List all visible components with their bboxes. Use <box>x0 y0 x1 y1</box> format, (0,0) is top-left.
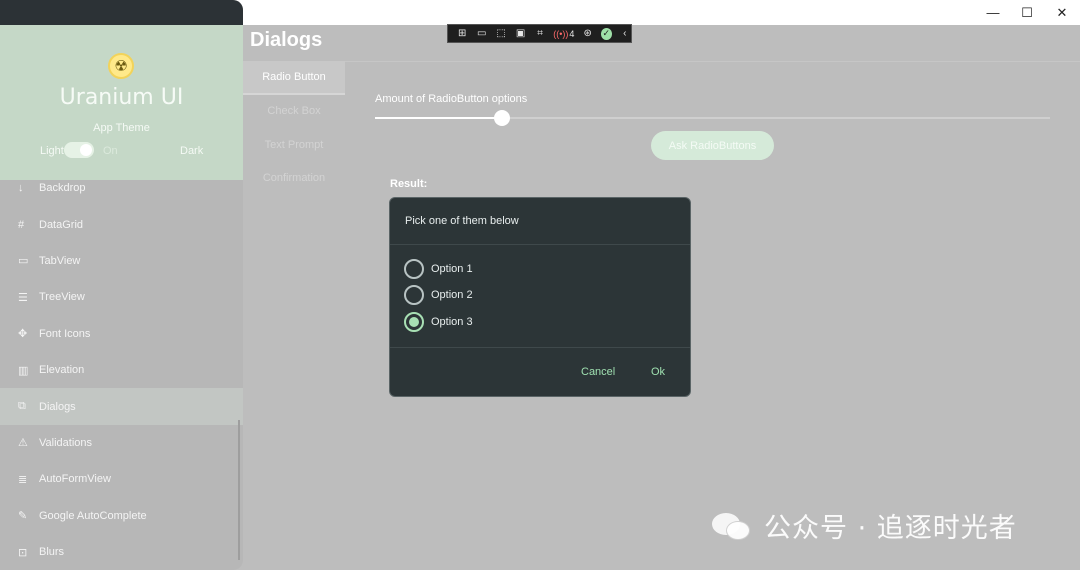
dialog-title: Pick one of them below <box>405 215 519 227</box>
tab-radio-button[interactable]: Radio Button <box>243 61 345 95</box>
sidebar-item-dialogs[interactable]: ⧉ Dialogs <box>0 388 243 425</box>
sidebar-item-label: Google AutoComplete <box>39 509 147 522</box>
cancel-button[interactable]: Cancel <box>581 366 615 378</box>
font-icon: ✥ <box>18 328 28 341</box>
track-focus-icon[interactable]: ⌗ <box>534 28 546 39</box>
dialog-divider-bottom <box>390 347 690 348</box>
close-glyph: ✕ <box>1056 4 1068 20</box>
radio-dot <box>409 317 419 327</box>
options-slider[interactable] <box>375 110 1050 126</box>
sidebar-item-label: Dialogs <box>39 400 76 413</box>
sidebar-item-label: Elevation <box>39 364 85 377</box>
theme-label: App Theme <box>93 122 150 134</box>
blur-icon: ⊡ <box>18 546 28 559</box>
dialog-icon: ⧉ <box>18 400 26 413</box>
tabstrip: Radio Button Check Box Text Prompt Confi… <box>243 61 345 195</box>
binding-failures-icon[interactable]: ((•)) <box>553 29 568 39</box>
result-label: Result: <box>390 178 428 190</box>
hot-reload-icon[interactable]: ✓ <box>600 27 612 40</box>
sidebar-item-validations[interactable]: ⚠ Validations <box>0 425 243 461</box>
watermark-text: 公众号 · 追逐时光者 <box>764 512 1017 544</box>
sidebar-item-backdrop[interactable]: ↓ Backdrop <box>0 170 243 206</box>
hash-icon: # <box>18 218 25 231</box>
maximize-icon[interactable]: ☐ <box>1009 0 1045 25</box>
record-icon[interactable]: ▭ <box>475 28 487 39</box>
collapse-icon[interactable]: ‹ <box>619 28 631 39</box>
app-name: Uranium UI <box>59 85 184 110</box>
live-tree-icon[interactable]: ⊞ <box>456 28 468 39</box>
sidebar-item-google-autocomplete[interactable]: ✎ Google AutoComplete <box>0 498 243 534</box>
sidebar-item-blurs[interactable]: ⊡ Blurs <box>0 534 243 570</box>
sidebar-item-treeview[interactable]: ☰ TreeView <box>0 279 243 315</box>
page-title: Dialogs <box>250 29 323 51</box>
sidebar-item-label: Font Icons <box>39 327 91 340</box>
radio-label: Option 3 <box>431 316 473 328</box>
sidebar-item-label: Validations <box>39 436 92 449</box>
sidebar-item-elevation[interactable]: ▥ Elevation <box>0 352 243 388</box>
watermark: 公众号 · 追逐时光者 <box>710 500 1017 550</box>
sidebar-item-datagrid[interactable]: # DataGrid <box>0 206 243 242</box>
sidebar-item-label: TabView <box>39 254 81 267</box>
flyout-top-bar <box>0 0 243 25</box>
radiation-icon: ☢ <box>108 53 134 79</box>
flyout-menu: ☢ Uranium UI App Theme Light On Dark ↓ Ba… <box>0 0 243 570</box>
radio-option-3[interactable]: Option 3 <box>404 312 473 332</box>
sidebar-item-autoformview[interactable]: ≣ AutoFormView <box>0 461 243 497</box>
tab-text-prompt[interactable]: Text Prompt <box>243 128 345 162</box>
flyout-menu-list: ↓ Backdrop # DataGrid ▭ TabView ☰ TreeView ✥… <box>0 170 243 570</box>
radio-button-selected[interactable] <box>404 312 424 332</box>
sidebar-item-tabview[interactable]: ▭ TabView <box>0 243 243 279</box>
content-divider <box>345 61 1080 62</box>
autocomplete-icon: ✎ <box>18 510 28 523</box>
columns-icon: ▥ <box>18 364 29 377</box>
slider-thumb[interactable] <box>493 110 510 126</box>
flyout-header: ☢ Uranium UI App Theme Light On Dark <box>0 25 243 180</box>
sidebar-item-label: Blurs <box>39 546 65 559</box>
tab-icon: ▭ <box>18 255 29 268</box>
tab-check-box[interactable]: Check Box <box>243 95 345 129</box>
radio-button[interactable] <box>404 259 424 279</box>
radio-label: Option 1 <box>431 263 473 275</box>
arrow-down-icon: ↓ <box>18 182 24 195</box>
theme-toggle[interactable] <box>64 142 94 158</box>
tab-confirmation[interactable]: Confirmation <box>243 162 345 196</box>
dialog-divider-top <box>390 244 690 245</box>
minimize-icon[interactable]: — <box>975 0 1011 25</box>
sidebar-item-label: DataGrid <box>39 218 84 231</box>
ask-radiobuttons-button[interactable]: Ask RadioButtons <box>651 131 774 160</box>
toggle-knob <box>80 144 92 156</box>
debug-toolbar: ⊞ ▭ ⬚ ▣ ⌗ ((•)) 4 ⊛ ✓ ‹ <box>447 24 632 43</box>
radio-option-2[interactable]: Option 2 <box>404 285 473 305</box>
form-icon: ≣ <box>18 473 28 486</box>
layout-adorner-icon[interactable]: ▣ <box>514 28 526 39</box>
minimize-glyph: — <box>986 5 1000 20</box>
sidebar-item-label: AutoFormView <box>39 473 111 486</box>
ok-button[interactable]: Ok <box>651 366 665 378</box>
toggle-state-label: On <box>103 145 118 157</box>
dark-label: Dark <box>180 145 204 157</box>
radio-dialog: Pick one of them below Option 1 Option 2… <box>389 197 691 397</box>
light-label: Light <box>40 145 64 157</box>
select-element-icon[interactable]: ⬚ <box>495 28 507 39</box>
slider-fill <box>375 117 502 119</box>
radio-option-1[interactable]: Option 1 <box>404 259 473 279</box>
binding-failures-count: 4 <box>569 28 575 39</box>
maximize-glyph: ☐ <box>1021 4 1033 20</box>
close-icon[interactable]: ✕ <box>1044 0 1080 25</box>
accessibility-icon[interactable]: ⊛ <box>581 28 593 39</box>
wechat-icon <box>710 507 754 543</box>
slider-label: Amount of RadioButton options <box>375 93 528 105</box>
radio-button[interactable] <box>404 285 424 305</box>
sidebar-item-label: TreeView <box>39 291 85 304</box>
flyout-scrollbar[interactable] <box>238 420 240 560</box>
sidebar-item-label: Backdrop <box>39 182 86 195</box>
radio-label: Option 2 <box>431 289 473 301</box>
list-icon: ☰ <box>18 291 28 304</box>
warning-icon: ⚠ <box>18 437 28 450</box>
sidebar-item-font-icons[interactable]: ✥ Font Icons <box>0 316 243 352</box>
